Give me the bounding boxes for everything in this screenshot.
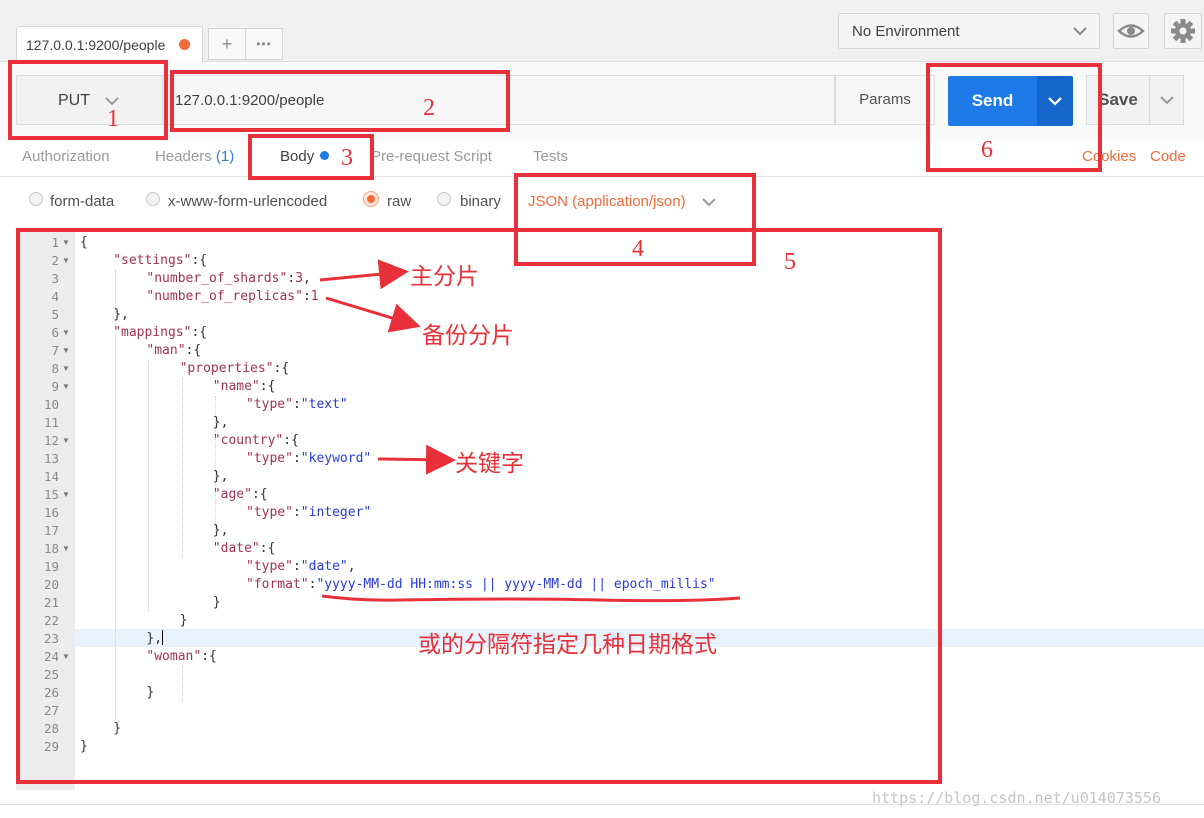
note-keyword: 关键字	[455, 451, 524, 477]
note-primary-shards: 主分片	[410, 264, 479, 290]
arrow-icon	[319, 259, 409, 290]
watermark: https://blog.csdn.net/u014073556	[872, 789, 1161, 807]
note-replica-shards: 备份分片	[422, 323, 514, 349]
arrow-icon	[325, 296, 421, 333]
note-date-format: 或的分隔符指定几种日期格式	[418, 632, 717, 658]
underline-mark	[321, 594, 741, 603]
arrow-icon	[377, 444, 456, 475]
annotation-arrows	[319, 259, 741, 603]
